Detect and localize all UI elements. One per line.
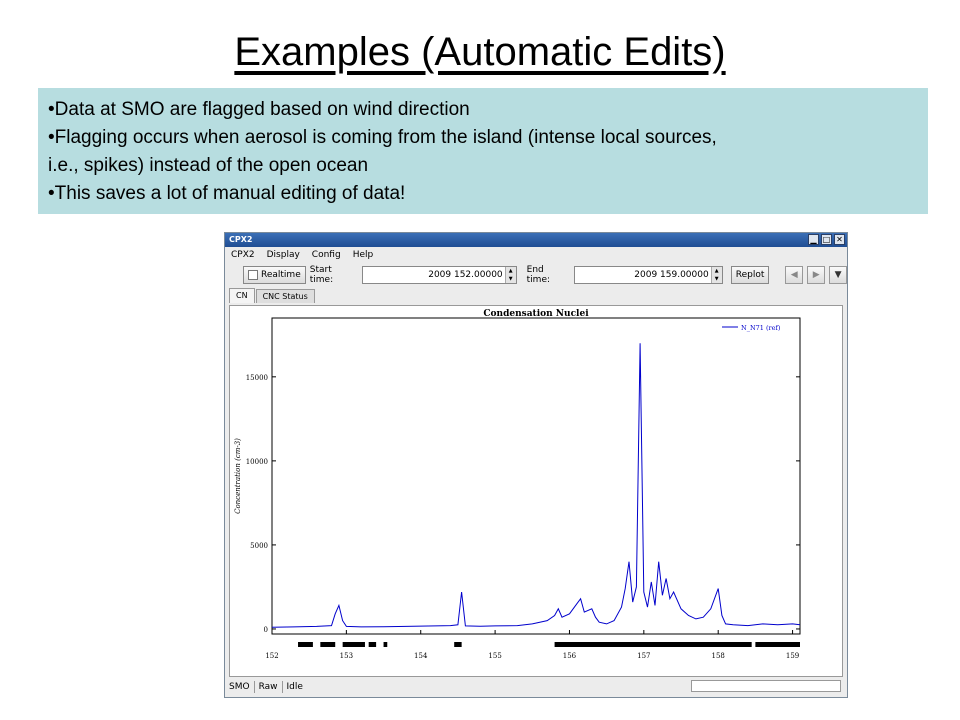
- replot-button[interactable]: Replot: [730, 266, 770, 284]
- toolbar: Realtime Start time: 2009 152.00000 ▲ ▼ E…: [225, 263, 847, 287]
- tab-bar: CN CNC Status: [225, 287, 847, 303]
- realtime-toggle[interactable]: Realtime: [243, 266, 306, 284]
- end-time-label: End time:: [526, 265, 551, 285]
- y-axis-label: Concentration (cm-3): [234, 438, 242, 514]
- flag-segment: [606, 642, 752, 647]
- spin-up-icon[interactable]: ▲: [506, 267, 516, 275]
- x-tick-label: 156: [563, 652, 577, 660]
- series-line: [271, 343, 801, 628]
- window-title: CPX2: [229, 235, 253, 244]
- menu-cpx2[interactable]: CPX2: [231, 247, 255, 263]
- window-titlebar[interactable]: CPX2 ▁ □ ✕: [225, 233, 847, 247]
- start-time-spinner[interactable]: 2009 152.00000 ▲ ▼: [361, 266, 517, 284]
- y-tick-label: 10000: [246, 458, 268, 466]
- x-tick-label: 158: [712, 652, 725, 660]
- flag-segment: [368, 642, 377, 647]
- bullet-3: •This saves a lot of manual editing of d…: [48, 183, 406, 204]
- realtime-checkbox[interactable]: [248, 270, 258, 280]
- menu-config[interactable]: Config: [312, 247, 341, 263]
- progress-bar: [691, 680, 841, 692]
- spin-down-icon[interactable]: ▼: [506, 275, 516, 283]
- menu-bar: CPX2 Display Config Help: [225, 247, 847, 263]
- chevron-right-icon[interactable]: ▶: [807, 266, 826, 284]
- flag-segment: [320, 642, 336, 647]
- minimize-icon[interactable]: ▁: [808, 234, 819, 245]
- realtime-label: Realtime: [261, 270, 301, 280]
- flag-segment: [454, 642, 462, 647]
- x-tick-label: 157: [637, 652, 650, 660]
- x-tick-label: 155: [488, 652, 501, 660]
- y-tick-label: 15000: [246, 374, 268, 382]
- x-tick-label: 154: [414, 652, 428, 660]
- status-bar: SMO Raw Idle: [225, 677, 847, 697]
- flag-segment: [554, 642, 585, 647]
- spin-down-icon[interactable]: ▼: [712, 275, 722, 283]
- bullet-2-cont: i.e., spikes) instead of the open ocean: [48, 155, 369, 176]
- menu-display[interactable]: Display: [267, 247, 300, 263]
- cn-chart: Condensation Nuclei050001000015000152 153…: [234, 309, 801, 660]
- x-tick-label: 152: [265, 652, 278, 660]
- status-mode: Raw: [258, 682, 278, 692]
- legend-entry: N_N71 (ref): [741, 324, 781, 332]
- spin-up-icon[interactable]: ▲: [712, 267, 722, 275]
- y-tick-label: 5000: [250, 542, 268, 550]
- end-time-value[interactable]: 2009 159.00000: [575, 267, 711, 283]
- cpx2-window: CPX2 ▁ □ ✕ CPX2 Display Config Help Real…: [224, 232, 848, 698]
- slide-title: Examples (Automatic Edits): [234, 30, 726, 74]
- bullet-1: •Data at SMO are flagged based on wind d…: [48, 99, 470, 120]
- bullet-box: •Data at SMO are flagged based on wind d…: [38, 88, 928, 214]
- status-state: Idle: [286, 682, 303, 692]
- start-time-label: Start time:: [309, 265, 334, 285]
- plot-frame: [271, 317, 801, 635]
- flag-segment: [298, 642, 313, 647]
- bullet-2: •Flagging occurs when aerosol is coming …: [48, 127, 717, 148]
- x-tick-label: 159: [786, 652, 799, 660]
- plot-pane: Condensation Nuclei 0 5000 10000 15000 152 153…: [229, 305, 843, 677]
- chevron-down-icon[interactable]: ▼: [829, 266, 847, 284]
- end-time-spinner[interactable]: 2009 159.00000 ▲ ▼: [573, 266, 723, 284]
- status-station: SMO: [229, 682, 250, 692]
- flag-segment: [755, 642, 800, 647]
- flag-segment: [591, 642, 600, 647]
- y-tick-label: 0: [264, 626, 268, 634]
- tab-cnc-status[interactable]: CNC Status: [255, 289, 315, 303]
- start-time-value[interactable]: 2009 152.00000: [363, 267, 505, 283]
- close-icon[interactable]: ✕: [834, 234, 845, 245]
- flag-segment: [342, 642, 365, 647]
- maximize-icon[interactable]: □: [821, 234, 832, 245]
- menu-help[interactable]: Help: [353, 247, 374, 263]
- flag-segment: [383, 642, 388, 647]
- tab-cn[interactable]: CN: [229, 288, 255, 303]
- chevron-left-icon[interactable]: ◀: [785, 266, 804, 284]
- x-tick-label: 153: [340, 652, 353, 660]
